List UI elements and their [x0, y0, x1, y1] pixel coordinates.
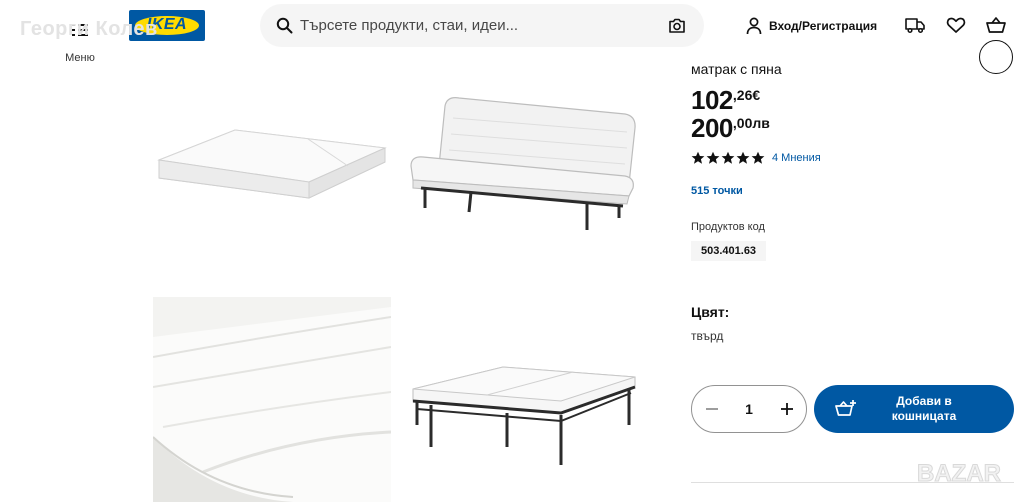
color-value: твърд	[691, 329, 724, 343]
ikea-logo[interactable]: IKEA	[129, 10, 205, 41]
reviews-link[interactable]: 4 Мнения	[772, 152, 821, 164]
price-eur-decimal: ,26€	[732, 87, 761, 103]
product-subtitle: матрак с пяна	[691, 61, 782, 77]
star-icon	[751, 151, 765, 164]
star-icon	[736, 151, 750, 164]
product-code-badge: 503.401.63	[691, 241, 767, 261]
price-bgn-integer: 200	[691, 113, 733, 143]
product-image-sofa-bed-unfolded[interactable]	[403, 297, 641, 502]
bazar-watermark-logo: BAZAR	[917, 460, 1002, 488]
truck-icon[interactable]	[905, 16, 925, 34]
menu-icon	[72, 24, 88, 36]
svg-text:BAZAR: BAZAR	[917, 460, 1001, 487]
heart-icon[interactable]	[946, 16, 966, 34]
menu-button[interactable]: Меню	[63, 20, 97, 66]
search-input[interactable]	[300, 4, 660, 47]
price-eur-integer: 102	[691, 85, 733, 115]
loyalty-points[interactable]: 515 точки	[691, 185, 743, 197]
search-icon	[276, 17, 293, 34]
product-code-label: Продуктов код	[691, 221, 765, 233]
product-image-mattress-folded[interactable]	[153, 56, 391, 282]
product-rating[interactable]: 4 Мнения	[691, 151, 821, 165]
star-icon	[721, 151, 735, 164]
shopping-bag-icon[interactable]	[986, 16, 1006, 34]
login-label: Вход/Регистрация	[769, 19, 878, 33]
login-link[interactable]: Вход/Регистрация	[746, 15, 877, 37]
price-eur: 102,26€	[691, 87, 760, 113]
cart-add-icon	[835, 400, 856, 416]
share-button[interactable]	[979, 40, 1013, 74]
add-to-cart-button[interactable]: Добави в кошницата	[814, 385, 1014, 433]
product-image-mattress-closeup[interactable]	[153, 297, 391, 502]
quantity-value[interactable]: 1	[727, 386, 771, 432]
add-to-cart-label: Добави в кошницата	[891, 394, 957, 423]
logo-text: IKEA	[146, 16, 188, 33]
menu-label: Меню	[65, 52, 95, 64]
rating-stars	[691, 151, 766, 165]
person-icon	[746, 17, 762, 35]
minus-icon[interactable]	[704, 401, 720, 417]
price-bgn: 200,00лв	[691, 115, 770, 141]
star-icon	[706, 151, 720, 164]
color-label: Цвят:	[691, 304, 730, 320]
plus-icon[interactable]	[779, 401, 795, 417]
star-icon	[691, 151, 705, 164]
camera-icon[interactable]	[668, 17, 686, 34]
product-image-sofa-bed[interactable]	[403, 56, 641, 282]
site-header: Георги Колев Меню IKEA Вход/Регистрация	[0, 0, 1024, 64]
search-bar[interactable]	[260, 4, 704, 47]
quantity-stepper: 1	[691, 385, 807, 433]
price-bgn-decimal: ,00лв	[732, 115, 770, 131]
